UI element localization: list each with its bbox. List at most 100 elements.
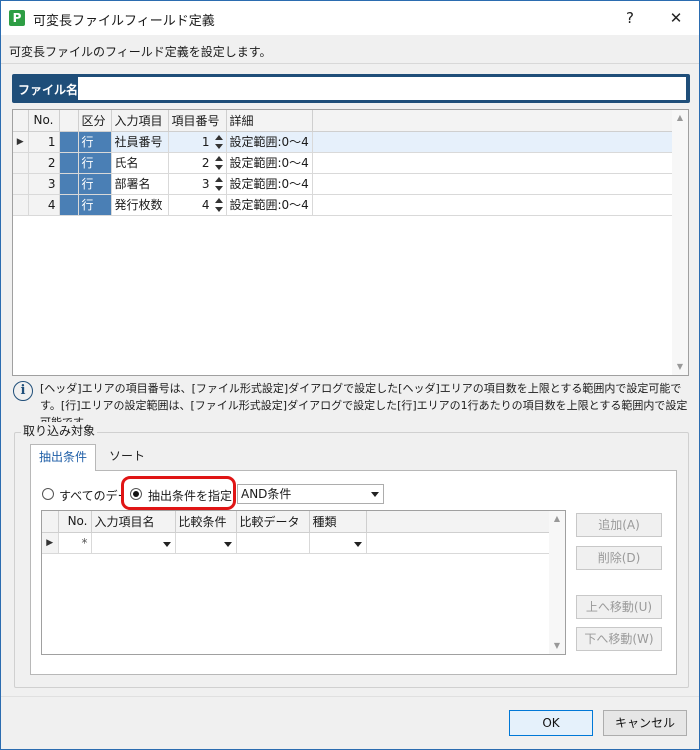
tab-filter-conditions[interactable]: 抽出条件 (30, 444, 97, 471)
row-header (13, 173, 29, 195)
new-row-marker: * (58, 532, 92, 554)
column-header-item-number[interactable]: 項目番号 (168, 110, 227, 132)
row-kubun[interactable]: 行 (78, 173, 112, 195)
row-kubun[interactable]: 行 (78, 152, 112, 174)
compare-condition-dropdown[interactable] (175, 532, 237, 554)
row-blank-cell (59, 194, 79, 216)
grid-header-row: No. 区分 入力項目 項目番号 詳細 (13, 110, 677, 132)
table-row[interactable]: 2 行 氏名 2 設定範囲:0〜4 (13, 152, 677, 174)
move-down-button[interactable]: 下へ移動(W) (576, 627, 662, 651)
column-header-no[interactable]: No. (58, 511, 92, 533)
column-header-blank[interactable] (59, 110, 79, 132)
footer-divider (1, 696, 699, 697)
chevron-down-icon (223, 541, 232, 547)
spin-updown-icon[interactable] (214, 176, 223, 191)
scroll-down-icon[interactable]: ▼ (676, 363, 684, 371)
row-no: 4 (28, 194, 60, 216)
row-item-number[interactable]: 4 (168, 194, 227, 216)
row-item-number[interactable]: 2 (168, 152, 227, 174)
row-input-item[interactable]: 社員番号 (111, 131, 169, 153)
column-header-type[interactable]: 種類 (309, 511, 367, 533)
add-button[interactable]: 追加(A) (576, 513, 662, 537)
close-button[interactable]: ✕ (653, 1, 699, 35)
row-header (13, 152, 29, 174)
window-title: 可変長ファイルフィールド定義 (33, 14, 215, 29)
row-item-number[interactable]: 1 (168, 131, 227, 153)
condition-grid[interactable]: No. 入力項目名 比較条件 比較データ 種類 ▶ * ▲ ▼ (41, 510, 566, 655)
chevron-down-icon (353, 541, 362, 547)
scroll-up-icon[interactable]: ▲ (676, 114, 684, 122)
column-header-kubun[interactable]: 区分 (78, 110, 112, 132)
row-item-number[interactable]: 3 (168, 173, 227, 195)
spin-updown-icon[interactable] (214, 155, 223, 170)
delete-button[interactable]: 削除(D) (576, 546, 662, 570)
row-detail: 設定範囲:0〜4 (226, 152, 313, 174)
row-detail: 設定範囲:0〜4 (226, 194, 313, 216)
move-up-button[interactable]: 上へ移動(U) (576, 595, 662, 619)
tab-sort[interactable]: ソート (101, 444, 153, 470)
current-row-indicator-icon: ▶ (13, 131, 29, 153)
cancel-button[interactable]: キャンセル (603, 710, 687, 736)
row-kubun[interactable]: 行 (78, 194, 112, 216)
compare-data-cell[interactable] (236, 532, 310, 554)
row-input-item[interactable]: 氏名 (111, 152, 169, 174)
column-header-compare-data[interactable]: 比較データ (236, 511, 310, 533)
table-row[interactable]: 4 行 発行枚数 4 設定範囲:0〜4 (13, 194, 677, 216)
row-input-item[interactable]: 部署名 (111, 173, 169, 195)
column-header-filler (312, 110, 677, 132)
import-target-title: 取り込み対象 (21, 422, 98, 439)
row-input-item[interactable]: 発行枚数 (111, 194, 169, 216)
info-icon: i (13, 381, 33, 401)
condition-type-select[interactable]: AND条件 (237, 484, 384, 504)
scroll-up-icon[interactable]: ▲ (553, 515, 561, 523)
row-filler (312, 131, 677, 153)
row-filler (312, 152, 677, 174)
type-dropdown[interactable] (309, 532, 367, 554)
dialog-window: P 可変長ファイルフィールド定義 ? ✕ 可変長ファイルのフィールド定義を設定し… (0, 0, 700, 750)
spin-updown-icon[interactable] (214, 134, 223, 149)
row-header-corner (42, 511, 59, 533)
highlight-annotation (121, 476, 236, 510)
row-header (13, 194, 29, 216)
title-bar: P 可変長ファイルフィールド定義 ? ✕ (1, 1, 699, 35)
help-button[interactable]: ? (607, 1, 653, 35)
file-name-input[interactable] (78, 77, 686, 100)
column-header-detail[interactable]: 詳細 (226, 110, 313, 132)
column-header-input-item-name[interactable]: 入力項目名 (91, 511, 176, 533)
input-item-name-dropdown[interactable] (91, 532, 176, 554)
row-item-number-value: 4 (201, 197, 210, 212)
row-header-corner (13, 110, 29, 132)
row-blank-cell (59, 131, 79, 153)
field-definition-grid[interactable]: No. 区分 入力項目 項目番号 詳細 ▶ 1 行 社員番号 1 設定範囲:0〜… (12, 109, 689, 376)
column-header-input-item[interactable]: 入力項目 (111, 110, 169, 132)
row-blank-cell (59, 152, 79, 174)
row-item-number-value: 2 (201, 155, 210, 170)
spin-updown-icon[interactable] (214, 197, 223, 212)
column-header-no[interactable]: No. (28, 110, 60, 132)
row-item-number-value: 1 (201, 134, 210, 149)
file-name-label: ファイル名: (18, 83, 83, 97)
scroll-down-icon[interactable]: ▼ (553, 642, 561, 650)
vertical-scrollbar[interactable]: ▲ ▼ (549, 511, 565, 654)
info-text: [ヘッダ]エリアの項目番号は、[ファイル形式設定]ダイアログで設定した[ヘッダ]… (40, 382, 688, 429)
row-detail: 設定範囲:0〜4 (226, 173, 313, 195)
radio-all-data-label[interactable]: すべてのデータ (59, 487, 122, 504)
row-filler (312, 194, 677, 216)
row-blank-cell (59, 173, 79, 195)
column-header-compare-condition[interactable]: 比較条件 (175, 511, 237, 533)
row-kubun[interactable]: 行 (78, 131, 112, 153)
radio-all-data[interactable] (42, 488, 54, 500)
row-detail: 設定範囲:0〜4 (226, 131, 313, 153)
divider (1, 63, 699, 64)
table-row[interactable]: ▶ 1 行 社員番号 1 設定範囲:0〜4 (13, 131, 677, 153)
new-row[interactable]: ▶ * (42, 532, 550, 554)
chevron-down-icon (162, 541, 171, 547)
row-filler (366, 532, 550, 554)
grid-header-row: No. 入力項目名 比較条件 比較データ 種類 (42, 511, 550, 533)
dialog-description: 可変長ファイルのフィールド定義を設定します。 (9, 45, 272, 59)
table-row[interactable]: 3 行 部署名 3 設定範囲:0〜4 (13, 173, 677, 195)
row-no: 2 (28, 152, 60, 174)
ok-button[interactable]: OK (509, 710, 593, 736)
vertical-scrollbar[interactable]: ▲ ▼ (672, 110, 688, 375)
condition-type-value: AND条件 (241, 487, 292, 501)
